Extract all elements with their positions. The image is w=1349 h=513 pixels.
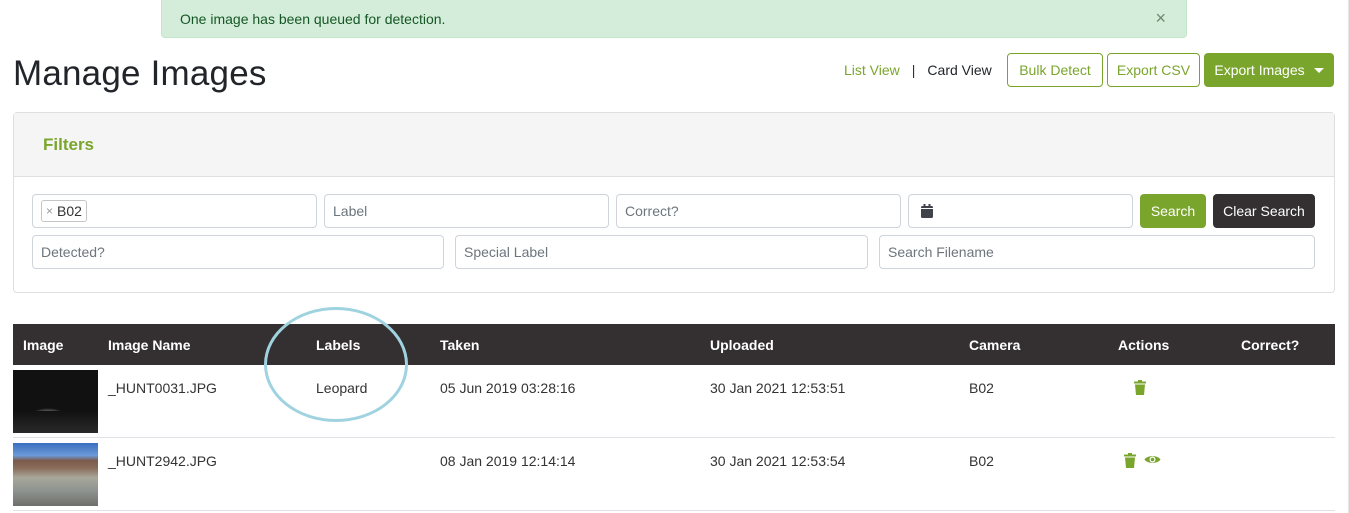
camera-filter-input[interactable]: × B02 [32, 194, 317, 228]
view-toggle: List View | Card View [844, 62, 992, 78]
filename-search-input[interactable]: Search Filename [879, 235, 1315, 269]
clear-search-button[interactable]: Clear Search [1213, 194, 1315, 228]
alert-close-button[interactable]: × [1155, 8, 1166, 28]
detected-filter-input[interactable]: Detected? [32, 235, 444, 269]
detected-placeholder: Detected? [41, 244, 105, 260]
taken-cell: 05 Jun 2019 03:28:16 [440, 380, 576, 396]
camera-tag-label: B02 [57, 203, 82, 219]
export-csv-button[interactable]: Export CSV [1107, 53, 1200, 87]
filters-header: Filters [14, 113, 1334, 177]
search-button[interactable]: Search [1140, 194, 1206, 228]
bulk-detect-label: Bulk Detect [1019, 62, 1091, 78]
column-header-taken[interactable]: Taken [440, 337, 479, 353]
image-thumbnail[interactable] [13, 370, 98, 433]
export-csv-label: Export CSV [1116, 62, 1191, 78]
uploaded-cell: 30 Jan 2021 12:53:54 [710, 453, 846, 469]
calendar-icon [921, 204, 933, 218]
correct-placeholder: Correct? [625, 203, 679, 219]
search-label: Search [1150, 203, 1196, 219]
filters-title: Filters [43, 134, 95, 154]
filename-placeholder: Search Filename [888, 244, 994, 260]
labels-cell: Leopard [316, 380, 368, 396]
trash-icon[interactable] [1124, 453, 1136, 468]
table-header: Image Image Name Labels Taken Uploaded C… [13, 324, 1335, 365]
special-label-placeholder: Special Label [464, 244, 549, 260]
camera-tag: × B02 [41, 200, 87, 222]
bulk-detect-button[interactable]: Bulk Detect [1007, 53, 1103, 87]
correct-filter-input[interactable]: Correct? [616, 194, 901, 228]
trash-icon[interactable] [1134, 380, 1146, 395]
image-thumbnail[interactable] [13, 443, 98, 506]
column-header-actions: Actions [1118, 337, 1170, 353]
column-header-image: Image [23, 337, 64, 353]
column-header-image-name[interactable]: Image Name [108, 337, 190, 353]
taken-cell: 08 Jan 2019 12:14:14 [440, 453, 576, 469]
table-row: _HUNT2942.JPG 08 Jan 2019 12:14:14 30 Ja… [13, 438, 1335, 511]
list-view-link[interactable]: List View [844, 62, 900, 78]
date-range-input[interactable] [908, 194, 1133, 228]
uploaded-cell: 30 Jan 2021 12:53:51 [710, 380, 846, 396]
caret-down-icon [1313, 67, 1324, 73]
camera-cell: B02 [969, 380, 994, 396]
tag-remove-icon[interactable]: × [46, 204, 53, 218]
label-placeholder: Label [333, 203, 368, 219]
camera-cell: B02 [969, 453, 994, 469]
column-header-correct[interactable]: Correct? [1241, 337, 1299, 353]
table-row: _HUNT0031.JPG Leopard 05 Jun 2019 03:28:… [13, 365, 1335, 438]
success-alert: One image has been queued for detection.… [161, 0, 1187, 38]
view-separator: | [911, 62, 916, 78]
column-header-camera[interactable]: Camera [969, 337, 1020, 353]
special-label-filter-input[interactable]: Special Label [455, 235, 868, 269]
page-title: Manage Images [13, 54, 267, 93]
export-images-dropdown[interactable]: Export Images [1204, 53, 1334, 87]
alert-message: One image has been queued for detection. [180, 10, 446, 27]
label-filter-input[interactable]: Label [324, 194, 609, 228]
export-images-label: Export Images [1214, 62, 1305, 78]
column-header-labels[interactable]: Labels [316, 337, 360, 353]
eye-icon[interactable] [1144, 454, 1161, 465]
column-header-uploaded[interactable]: Uploaded [710, 337, 774, 353]
clear-search-label: Clear Search [1223, 203, 1305, 219]
image-name-cell[interactable]: _HUNT0031.JPG [108, 380, 217, 396]
card-view-link[interactable]: Card View [927, 62, 991, 78]
images-table: Image Image Name Labels Taken Uploaded C… [13, 324, 1335, 511]
image-name-cell[interactable]: _HUNT2942.JPG [108, 453, 217, 469]
